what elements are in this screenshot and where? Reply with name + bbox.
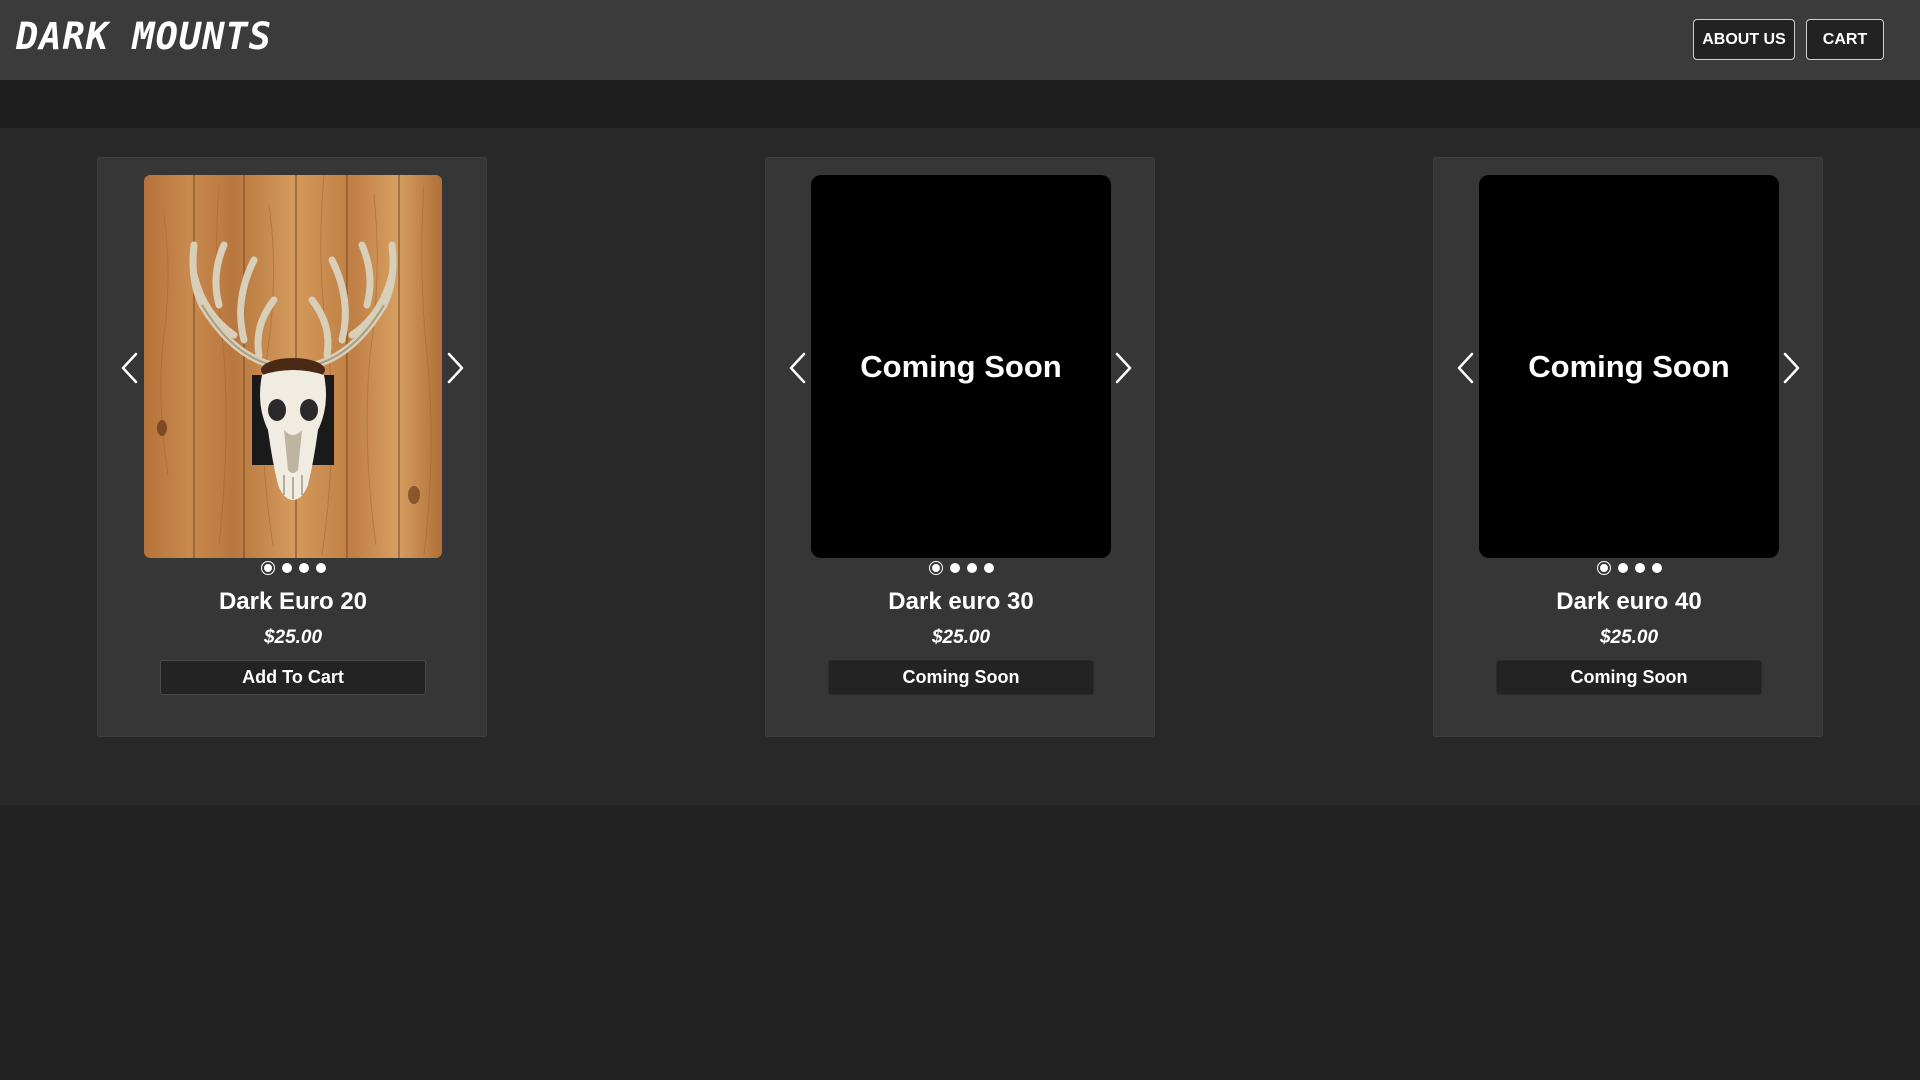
carousel-dot-4[interactable]	[315, 563, 326, 573]
coming-soon-button[interactable]: Coming Soon	[828, 660, 1094, 695]
carousel-dot-4[interactable]	[983, 563, 994, 573]
product-image-placeholder[interactable]: Coming Soon	[811, 175, 1111, 558]
product-card: Coming Soon Dark euro 30 $25.00 Coming S…	[765, 157, 1155, 737]
carousel-dots	[766, 561, 1156, 575]
carousel-prev-button[interactable]	[786, 348, 810, 388]
carousel-dot-3[interactable]	[1634, 563, 1645, 573]
carousel-dot-3[interactable]	[298, 563, 309, 573]
chevron-right-icon	[447, 352, 464, 384]
chevron-left-icon	[1457, 352, 1474, 384]
product-card: Dark Euro 20 $25.00 Add To Cart	[97, 157, 487, 737]
carousel-dot-1[interactable]	[928, 561, 943, 575]
carousel-dots	[1434, 561, 1824, 575]
product-image-placeholder[interactable]: Coming Soon	[1479, 175, 1779, 558]
coming-soon-overlay: Coming Soon	[860, 348, 1062, 384]
carousel-next-button[interactable]	[1111, 348, 1135, 388]
chevron-left-icon	[121, 352, 138, 384]
chevron-right-icon	[1783, 352, 1800, 384]
product-card: Coming Soon Dark euro 40 $25.00 Coming S…	[1433, 157, 1823, 737]
product-name: Dark euro 30	[888, 588, 1034, 615]
carousel-next-button[interactable]	[443, 348, 467, 388]
site-header: DARK MOUNTS ABOUT US CART	[0, 0, 1920, 80]
product-price: $25.00	[1599, 627, 1659, 648]
carousel-dot-2[interactable]	[281, 563, 292, 573]
coming-soon-overlay: Coming Soon	[1528, 348, 1730, 384]
cart-button[interactable]: CART	[1806, 19, 1884, 60]
carousel-prev-button[interactable]	[1454, 348, 1478, 388]
add-to-cart-button[interactable]: Add To Cart	[160, 660, 426, 695]
carousel-dots	[98, 561, 488, 575]
product-price: $25.00	[931, 627, 991, 648]
chevron-left-icon	[789, 352, 806, 384]
carousel-prev-button[interactable]	[118, 348, 142, 388]
chevron-right-icon	[1115, 352, 1132, 384]
product-image[interactable]	[144, 175, 442, 558]
carousel-dot-2[interactable]	[949, 563, 960, 573]
product-price: $25.00	[263, 627, 323, 648]
carousel-dot-4[interactable]	[1651, 563, 1662, 573]
carousel-dot-1[interactable]	[1596, 561, 1611, 575]
coming-soon-button[interactable]: Coming Soon	[1496, 660, 1762, 695]
about-us-button[interactable]: ABOUT US	[1693, 19, 1795, 60]
product-name: Dark Euro 20	[218, 588, 368, 615]
carousel-next-button[interactable]	[1779, 348, 1803, 388]
carousel-dot-1[interactable]	[260, 561, 275, 575]
carousel-dot-3[interactable]	[966, 563, 977, 573]
carousel-dot-2[interactable]	[1617, 563, 1628, 573]
header-band	[0, 80, 1920, 128]
site-logo[interactable]: DARK MOUNTS	[16, 15, 272, 58]
deer-skull-mount-image	[144, 175, 442, 558]
product-name: Dark euro 40	[1556, 588, 1702, 615]
